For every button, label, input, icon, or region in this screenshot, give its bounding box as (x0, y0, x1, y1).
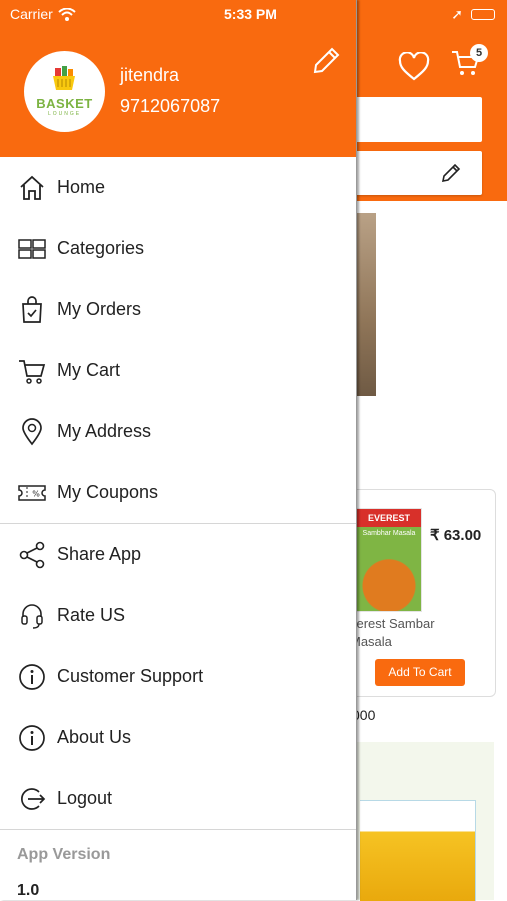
menu-item-customer-support[interactable]: Customer Support (0, 646, 356, 707)
drawer-menu-secondary: Share App Rate US Customer Support About… (0, 524, 356, 829)
carrier-label: Carrier (10, 6, 53, 22)
product-price: ₹ 63.00 (430, 527, 482, 544)
edit-pencil-icon[interactable] (440, 162, 462, 184)
menu-item-my-address[interactable]: My Address (0, 401, 356, 462)
menu-item-label: My Orders (57, 299, 142, 319)
menu-item-label: My Address (57, 421, 152, 441)
grid-icon (17, 234, 47, 264)
side-drawer: Carrier 5:33 PM BASKET LOUNGE jitendra 9… (0, 0, 357, 900)
menu-item-label: Rate US (57, 605, 126, 625)
location-arrow-icon: ➚ (451, 6, 463, 22)
menu-item-logout[interactable]: Logout (0, 768, 356, 829)
product-name: verest Sambar Masala (350, 616, 435, 649)
info-icon (17, 723, 47, 753)
menu-item-label: Logout (57, 788, 113, 808)
status-right: ➚ (451, 6, 495, 23)
basket-logo-icon (53, 66, 75, 90)
menu-item-label: My Coupons (57, 482, 159, 502)
status-time: 5:33 PM (224, 6, 277, 22)
edit-profile-button[interactable] (311, 44, 343, 76)
search-box[interactable] (340, 97, 482, 142)
menu-item-share-app[interactable]: Share App (0, 524, 356, 585)
menu-item-label: My Cart (57, 360, 120, 380)
info-icon (17, 662, 47, 692)
menu-item-my-coupons[interactable]: % My Coupons (0, 462, 356, 523)
menu-item-label: About Us (57, 727, 132, 747)
coupon-icon: % (17, 478, 47, 508)
product-image: EVEREST Sambhar Masala (356, 508, 422, 612)
menu-item-label: Customer Support (57, 666, 204, 686)
share-icon (17, 540, 47, 570)
menu-item-rate-us[interactable]: Rate US (0, 585, 356, 646)
menu-item-label: Categories (57, 238, 145, 258)
product-pack-label: Sambhar Masala (362, 530, 416, 537)
edit-pencil-icon (313, 47, 340, 74)
app-version-label: App Version (17, 846, 111, 863)
menu-item-home[interactable]: Home (0, 157, 356, 218)
headset-icon (17, 601, 47, 631)
wifi-icon (58, 7, 76, 21)
drawer-menu: Home Categories My Orders My Cart My Add… (0, 157, 356, 523)
logo-text: BASKET (36, 96, 93, 111)
menu-item-label: Share App (57, 544, 142, 564)
add-to-cart-button[interactable]: Add To Cart (375, 659, 465, 686)
svg-text:%: % (32, 489, 40, 498)
menu-item-my-orders[interactable]: My Orders (0, 279, 356, 340)
menu-item-my-cart[interactable]: My Cart (0, 340, 356, 401)
logo-subtext: LOUNGE (47, 111, 82, 117)
battery-icon (471, 9, 495, 20)
shopping-bag-icon (17, 295, 47, 325)
logout-icon (17, 784, 47, 814)
status-carrier: Carrier (10, 6, 76, 22)
home-icon (17, 173, 47, 203)
app-version-value: 1.0 (17, 882, 40, 899)
menu-item-about-us[interactable]: About Us (0, 707, 356, 768)
oil-product-image (360, 800, 476, 901)
location-pin-icon (17, 417, 47, 447)
menu-item-label: Home (57, 177, 106, 197)
product-brand-label: EVEREST (357, 509, 421, 527)
cart-icon (17, 356, 47, 386)
drawer-header: Carrier 5:33 PM BASKET LOUNGE jitendra 9… (0, 0, 356, 157)
menu-item-categories[interactable]: Categories (0, 218, 356, 279)
avatar[interactable]: BASKET LOUNGE (24, 51, 105, 132)
user-phone: 9712067087 (120, 96, 221, 116)
wishlist-heart-icon[interactable] (398, 52, 430, 82)
version-divider (0, 829, 356, 830)
cart-count-badge: 5 (470, 44, 488, 62)
product-pack-art: Sambhar Masala (357, 527, 421, 611)
user-name: jitendra (120, 65, 180, 85)
